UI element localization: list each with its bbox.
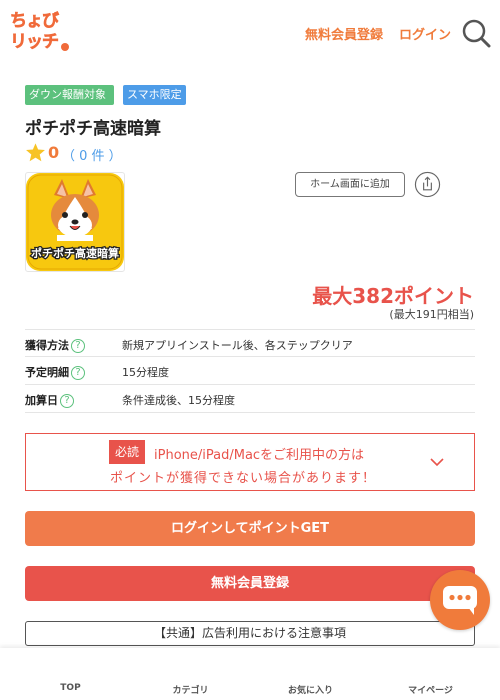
rating-score: 0 <box>48 143 60 162</box>
search-icon[interactable] <box>461 18 491 48</box>
bottom-nav-mypage[interactable]: マイページ <box>368 648 493 700</box>
chat-button[interactable] <box>430 570 490 630</box>
notice-text-line1: iPhone/iPad/Macをご利用中の方は <box>154 448 365 463</box>
info-label: 加算日? <box>25 392 74 408</box>
bottom-nav-favorites[interactable]: お気に入り <box>248 648 373 700</box>
app-icon-caption: ポチポチ高速暗算 <box>31 246 119 260</box>
info-row-credit-date: 加算日? 条件達成後、15分程度 <box>25 385 475 413</box>
site-logo[interactable]: ちょび リッチ <box>10 11 70 54</box>
max-points: 最大382ポイント <box>312 284 474 308</box>
help-icon[interactable]: ? <box>71 366 85 380</box>
bottom-navigation: TOP カテゴリ お気に入り マイページ <box>0 648 500 700</box>
info-label-text: 予定明細 <box>25 366 69 379</box>
header-register-link[interactable]: 無料会員登録 <box>305 24 383 43</box>
max-points-yen: (最大191円相当) <box>389 308 474 321</box>
must-read-tag: 必読 <box>109 440 145 464</box>
logo-text-line1: ちょび <box>10 11 60 31</box>
info-value: 新規アプリインストール後、各ステップクリア <box>122 339 353 352</box>
info-row-schedule: 予定明細? 15分程度 <box>25 357 475 385</box>
help-icon[interactable]: ? <box>60 394 74 408</box>
share-icon[interactable] <box>414 171 441 198</box>
bottom-nav-label: マイページ <box>408 686 453 696</box>
badge-smartphone-only: スマホ限定 <box>123 85 186 105</box>
bottom-nav-label: カテゴリ <box>172 686 209 696</box>
app-icon: ポチポチ高速暗算 <box>25 172 125 272</box>
badge-download-reward: ダウン報酬対象 <box>25 85 114 105</box>
info-label-text: 加算日 <box>25 394 58 407</box>
login-get-points-button[interactable]: ログインしてポイントGET <box>25 511 475 546</box>
info-label-text: 獲得方法 <box>25 339 69 352</box>
rating: 0 （ 0 件 ） <box>25 142 225 164</box>
logo-dot <box>61 43 69 51</box>
header-login-link[interactable]: ログイン <box>399 24 451 43</box>
help-icon[interactable]: ? <box>71 339 85 353</box>
info-label: 獲得方法? <box>25 337 85 353</box>
info-value: 15分程度 <box>122 366 169 379</box>
add-to-home-button[interactable]: ホーム画面に追加 <box>295 172 405 197</box>
reward-info-table: 獲得方法? 新規アプリインストール後、各ステップクリア 予定明細? 15分程度 … <box>25 329 475 413</box>
info-row-method: 獲得方法? 新規アプリインストール後、各ステップクリア <box>25 329 475 357</box>
site-header: ちょび リッチ 無料会員登録 ログイン <box>0 0 500 64</box>
chevron-down-icon[interactable] <box>429 454 445 470</box>
info-label: 予定明細? <box>25 364 85 380</box>
free-register-button[interactable]: 無料会員登録 <box>25 566 475 601</box>
info-value: 条件達成後、15分程度 <box>122 394 235 407</box>
notice-text-line2: ポイントが獲得できない場合があります！ <box>110 471 377 486</box>
chat-icon <box>443 586 477 615</box>
apple-device-notice[interactable]: 必読 iPhone/iPad/Macをご利用中の方は ポイントが獲得できない場合… <box>25 433 475 491</box>
bottom-nav-label: お気に入り <box>287 686 333 696</box>
star-icon <box>26 143 45 162</box>
bottom-nav-top[interactable]: TOP <box>8 648 133 700</box>
ad-caution-button[interactable]: 【共通】広告利用における注意事項 <box>25 621 475 646</box>
rating-count-link[interactable]: （ 0 件 ） <box>62 145 122 164</box>
bottom-nav-category[interactable]: カテゴリ <box>128 648 253 700</box>
bottom-nav-label: TOP <box>60 683 81 693</box>
app-title: ポチポチ高速暗算 <box>25 119 161 139</box>
corgi-icon: ポチポチ高速暗算 <box>26 173 124 271</box>
